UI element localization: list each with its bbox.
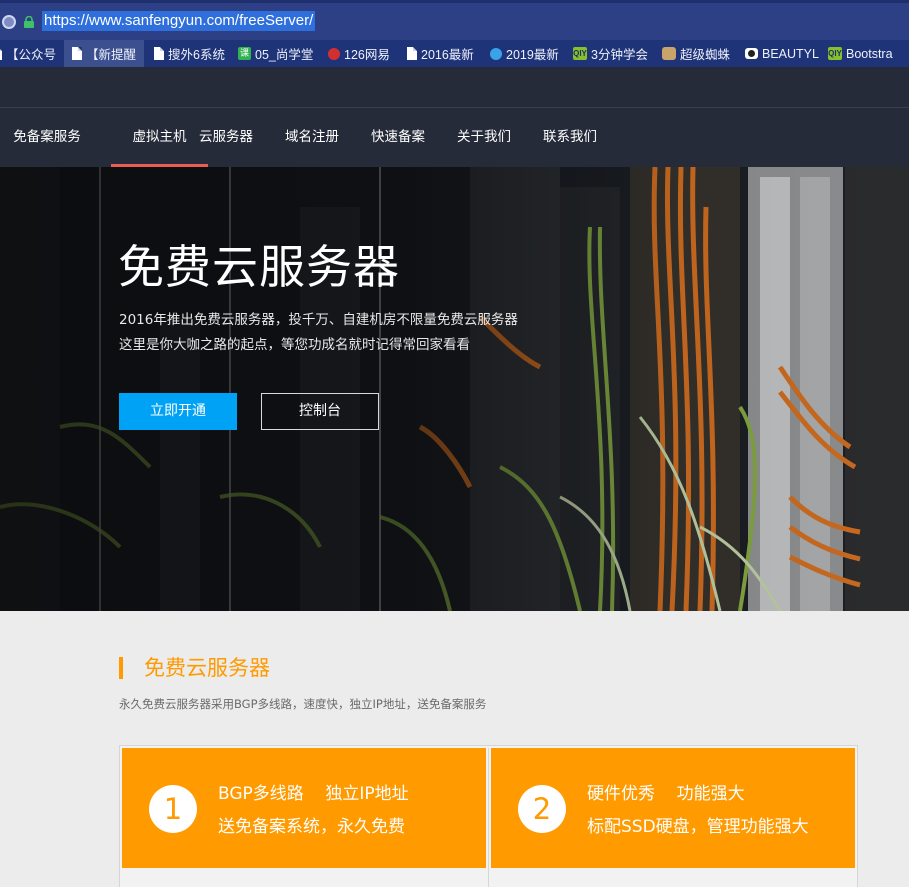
page-icon bbox=[72, 47, 82, 60]
page-icon bbox=[407, 47, 417, 60]
bookmark-item[interactable]: QIY Bootstra bbox=[828, 40, 893, 67]
bookmark-item[interactable]: 课 05_尚学堂 bbox=[238, 40, 313, 67]
feature-card: 1 BGP多线路 独立IP地址 送免备案系统，永久免费 bbox=[122, 748, 486, 868]
bookmark-item[interactable]: 超级蜘蛛 bbox=[662, 40, 730, 67]
nav-item-quick-filing[interactable]: 快速备案 bbox=[370, 108, 426, 167]
activate-now-button[interactable]: 立即开通 bbox=[119, 393, 237, 430]
page-icon bbox=[154, 47, 164, 60]
main-nav: 免备案服务 虚拟主机 云服务器 域名注册 快速备案 关于我们 联系我们 bbox=[0, 108, 909, 167]
bookmark-label: 【新提醒 bbox=[86, 48, 137, 62]
browser-address-bar: https://www.sanfengyun.com/freeServer/ bbox=[0, 0, 909, 40]
bookmark-item[interactable]: 【公众号 bbox=[0, 40, 56, 67]
bookmarks-bar: 【公众号 【新提醒 搜外6系统 课 05_尚学堂 126网易 2016最新 20… bbox=[0, 40, 909, 67]
feature-line-1: BGP多线路 独立IP地址 bbox=[218, 784, 409, 804]
lock-icon bbox=[24, 16, 34, 28]
bookmark-label: 3分钟学会 bbox=[591, 48, 648, 62]
bookmark-label: Bootstra bbox=[846, 46, 893, 61]
bookmark-item[interactable]: 【新提醒 bbox=[64, 40, 145, 67]
nav-item-virtual-host[interactable]: 虚拟主机 bbox=[111, 108, 208, 167]
camera-icon bbox=[745, 48, 758, 59]
console-button[interactable]: 控制台 bbox=[261, 393, 379, 430]
bookmark-item[interactable]: 2016最新 bbox=[407, 40, 474, 67]
netease-icon bbox=[328, 47, 340, 60]
url-field[interactable]: https://www.sanfengyun.com/freeServer/ bbox=[42, 11, 316, 31]
bookmark-label: 05_尚学堂 bbox=[255, 48, 314, 62]
page-icon bbox=[0, 47, 2, 60]
nav-item-contact[interactable]: 联系我们 bbox=[542, 108, 598, 167]
divider bbox=[488, 748, 489, 887]
bookmark-label: 超级蜘蛛 bbox=[680, 48, 731, 62]
bookmark-label: 2016最新 bbox=[421, 48, 474, 62]
site-info-icon[interactable] bbox=[2, 15, 16, 29]
feature-number-badge: 1 bbox=[149, 785, 197, 833]
hero-description-line-1: 2016年推出免费云服务器，投千万、自建机房不限量免费云服务器 bbox=[119, 312, 518, 328]
bookmark-label: 【公众号 bbox=[6, 48, 57, 62]
feature-line-2: 送免备案系统，永久免费 bbox=[218, 817, 405, 837]
section-description: 永久免费云服务器采用BGP多线路，速度快，独立IP地址，送免备案服务 bbox=[119, 697, 487, 711]
bookmark-item[interactable]: 126网易 bbox=[328, 40, 390, 67]
section-title: 免费云服务器 bbox=[144, 656, 270, 680]
video-icon bbox=[490, 47, 502, 60]
iqiyi-icon: QIY bbox=[573, 47, 587, 60]
bookmark-label: 2019最新 bbox=[506, 48, 559, 62]
bookmark-item[interactable]: 搜外6系统 bbox=[154, 40, 225, 67]
section-accent-bar bbox=[119, 657, 123, 679]
site-header-top bbox=[0, 67, 909, 108]
hero-description-line-2: 这里是你大咖之路的起点，等您功成名就时记得常回家看看 bbox=[119, 337, 470, 353]
feature-line-1: 硬件优秀 功能强大 bbox=[587, 784, 745, 804]
bookmark-label: BEAUTYL bbox=[762, 46, 819, 61]
bookmark-label: 搜外6系统 bbox=[168, 48, 225, 62]
nav-item-domain[interactable]: 域名注册 bbox=[284, 108, 340, 167]
course-icon: 课 bbox=[238, 47, 251, 60]
bookmark-item[interactable]: 2019最新 bbox=[490, 40, 559, 67]
bookmark-label: 126网易 bbox=[344, 48, 390, 62]
feature-number-badge: 2 bbox=[518, 785, 566, 833]
nav-item-no-filing[interactable]: 免备案服务 bbox=[12, 108, 82, 167]
bookmark-item[interactable]: BEAUTYL bbox=[745, 40, 819, 67]
iqiyi-icon: QIY bbox=[828, 47, 842, 60]
cat-icon bbox=[662, 47, 676, 60]
feature-card: 2 硬件优秀 功能强大 标配SSD硬盘，管理功能强大 bbox=[491, 748, 855, 868]
hero-banner: 免费云服务器 2016年推出免费云服务器，投千万、自建机房不限量免费云服务器 这… bbox=[0, 167, 909, 611]
bookmark-item[interactable]: QIY 3分钟学会 bbox=[573, 40, 648, 67]
hero-title: 免费云服务器 bbox=[118, 240, 400, 294]
feature-line-2: 标配SSD硬盘，管理功能强大 bbox=[587, 817, 809, 837]
hero-overlay bbox=[0, 167, 909, 611]
nav-item-cloud-server[interactable]: 云服务器 bbox=[198, 108, 254, 167]
nav-item-about[interactable]: 关于我们 bbox=[456, 108, 512, 167]
